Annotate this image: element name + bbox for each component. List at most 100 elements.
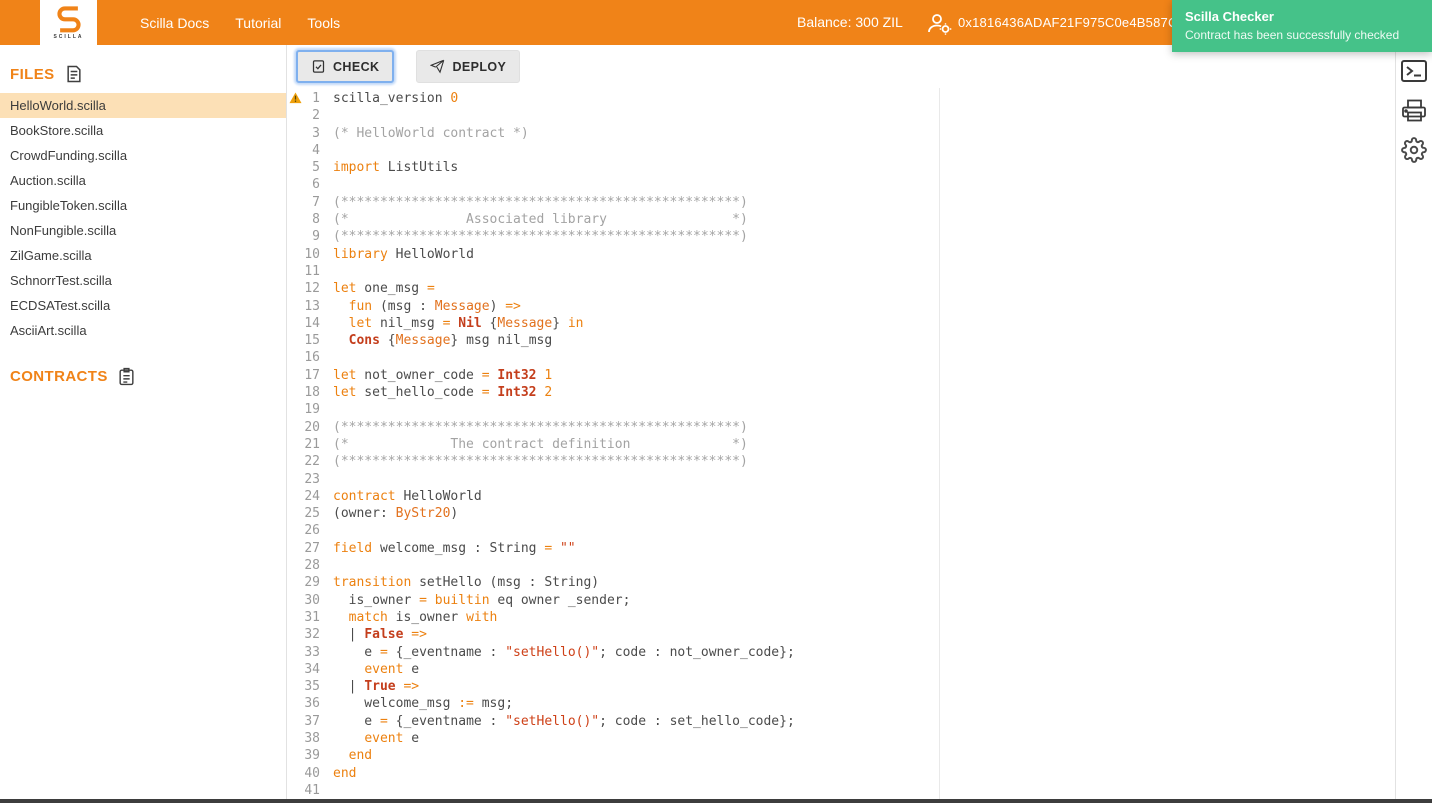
toast-message: Contract has been successfully checked [1185, 28, 1400, 42]
code-line: (***************************************… [333, 454, 748, 470]
files-icon[interactable] [64, 64, 84, 84]
code-line: Cons {Message} msg nil_msg [348, 333, 553, 349]
nav-tutorial[interactable]: Tutorial [235, 15, 281, 31]
code-line: event e [364, 661, 420, 677]
files-heading: FILES [0, 63, 286, 85]
code-line: scilla_version 0 [333, 91, 459, 106]
gutter-line-number: 21 [304, 436, 320, 452]
fax-icon[interactable] [1401, 98, 1427, 123]
warning-icon [289, 92, 302, 104]
code-line: end [348, 748, 373, 764]
editor-code[interactable]: scilla_version 0 (* HelloWorld contract *… [328, 90, 1395, 799]
code-line: library HelloWorld [333, 246, 474, 262]
file-item[interactable]: AsciiArt.scilla [0, 318, 286, 343]
code-line: event e [364, 730, 420, 746]
code-line: (* Associated library *) [333, 212, 748, 228]
editor-gutter: 1 2 3 4 5 6 7 8 9 10 11 12 13 14 15 16 17 18 19 20 21 22 23 24 2… [288, 90, 328, 799]
code-line: (* HelloWorld contract *) [333, 125, 529, 141]
file-item[interactable]: Auction.scilla [0, 168, 286, 193]
file-item[interactable]: BookStore.scilla [0, 118, 286, 143]
check-button[interactable]: CHECK [296, 50, 395, 83]
gutter-line-number: 34 [304, 661, 320, 677]
gutter-line-number: 5 [312, 160, 320, 176]
gutter-line-number: 7 [312, 194, 320, 210]
contracts-icon[interactable] [117, 367, 136, 386]
gutter-line-number: 14 [304, 315, 320, 331]
gutter-line-number: 30 [304, 592, 320, 608]
gutter-line-number: 27 [304, 540, 320, 556]
print-margin [939, 88, 940, 799]
scilla-logo-text: SCILLA [53, 34, 84, 40]
gutter-line-number: 8 [312, 212, 320, 228]
gutter-line-number: 33 [304, 644, 320, 660]
account-icon[interactable] [926, 11, 952, 40]
code-line: import ListUtils [333, 160, 459, 176]
gutter-line-number: 39 [304, 748, 320, 764]
toast-notification[interactable]: Scilla Checker Contract has been success… [1172, 0, 1432, 52]
file-item[interactable]: HelloWorld.scilla [0, 93, 286, 118]
terminal-icon[interactable] [1400, 58, 1428, 84]
wallet-address[interactable]: 0x1816436ADAF21F975C0e4B587C [958, 0, 1178, 45]
gutter-line-number: 37 [304, 713, 320, 729]
deploy-button[interactable]: DEPLOY [416, 50, 521, 83]
gutter-line-number: 17 [304, 367, 320, 383]
files-heading-label: FILES [10, 65, 55, 83]
gutter-line-number: 4 [312, 142, 320, 158]
file-item[interactable]: ZilGame.scilla [0, 243, 286, 268]
settings-icon[interactable] [1401, 137, 1427, 163]
gutter-line-number: 23 [304, 471, 320, 487]
gutter-line-number: 20 [304, 419, 320, 435]
code-line: | True => [333, 679, 420, 695]
code-line: contract HelloWorld [333, 488, 482, 504]
code-line: fun (msg : Message) => [348, 298, 521, 314]
code-line: end [333, 765, 357, 781]
code-line: (owner: ByStr20) [333, 506, 459, 522]
gutter-line-number: 40 [304, 765, 320, 781]
right-rail [1395, 45, 1432, 799]
header-nav: Scilla Docs Tutorial Tools [140, 0, 340, 45]
deploy-button-label: DEPLOY [452, 59, 507, 74]
main-area: CHECK DEPLOY 1 2 3 4 5 6 7 8 9 10 11 12 13 14 15 16 17 18… [288, 45, 1395, 799]
gutter-line-number: 19 [304, 402, 320, 418]
gutter-line-number: 31 [304, 609, 320, 625]
code-line: e = {_eventname : "setHello()"; code : n… [333, 644, 795, 660]
gutter-line-number: 35 [304, 679, 320, 695]
code-line: (***************************************… [333, 419, 748, 435]
gutter-line-number: 11 [304, 263, 320, 279]
file-item[interactable]: NonFungible.scilla [0, 218, 286, 243]
gutter-line-number: 1 [288, 90, 328, 107]
gutter-line-number: 36 [304, 696, 320, 712]
gutter-line-number: 3 [312, 125, 320, 141]
code-line: let nil_msg = Nil {Message} in [348, 315, 584, 331]
nav-scilla-docs[interactable]: Scilla Docs [140, 15, 209, 31]
gutter-line-number: 2 [312, 108, 320, 124]
code-line: (* The contract definition *) [333, 436, 748, 452]
file-item[interactable]: FungibleToken.scilla [0, 193, 286, 218]
gutter-line-number: 12 [304, 281, 320, 297]
scilla-logo[interactable]: SCILLA [40, 0, 97, 45]
gutter-line-number: 6 [312, 177, 320, 193]
gutter-line-number: 25 [304, 506, 320, 522]
file-list: HelloWorld.scilla BookStore.scilla CrowdFu… [0, 93, 286, 343]
bottom-panel-edge[interactable] [0, 799, 1432, 803]
code-line: match is_owner with [348, 609, 498, 625]
check-icon [312, 60, 325, 73]
code-line: transition setHello (msg : String) [333, 575, 600, 591]
file-item[interactable]: CrowdFunding.scilla [0, 143, 286, 168]
code-editor[interactable]: 1 2 3 4 5 6 7 8 9 10 11 12 13 14 15 16 17 18 19 20 21 22 23 24 2… [288, 88, 1395, 799]
nav-tools[interactable]: Tools [307, 15, 340, 31]
code-line: (***************************************… [333, 229, 748, 245]
gutter-line-number: 9 [312, 229, 320, 245]
file-item[interactable]: SchnorrTest.scilla [0, 268, 286, 293]
file-item[interactable]: ECDSATest.scilla [0, 293, 286, 318]
check-button-label: CHECK [333, 59, 380, 74]
gutter-line-number: 13 [304, 298, 320, 314]
code-line: (***************************************… [333, 194, 748, 210]
contracts-heading: CONTRACTS [0, 365, 286, 387]
